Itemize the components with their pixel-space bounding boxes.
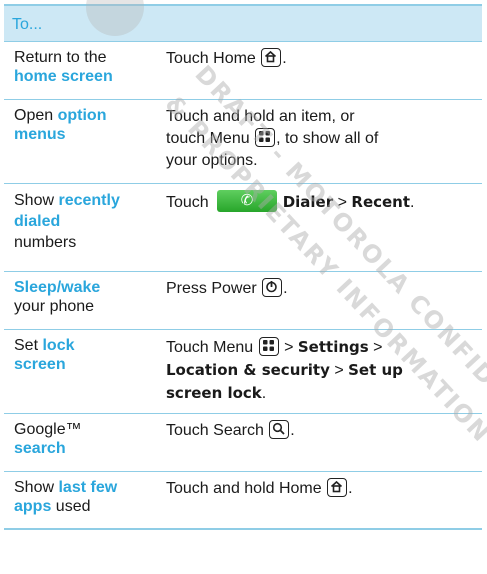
power-key-icon	[262, 278, 283, 297]
topic-highlight: Sleep/wake	[14, 279, 101, 296]
instruction-text: Touch and hold Home	[166, 480, 322, 497]
row-instruction: Touch Search .	[164, 414, 482, 471]
topic-text: used	[55, 498, 91, 515]
topic-highlight: home screen	[14, 68, 113, 85]
table-row: Google™ search Touch Search .	[4, 414, 482, 472]
instruction-text: .	[261, 385, 267, 402]
instruction-text: .	[410, 194, 415, 211]
row-instruction: Touch Home .	[164, 42, 482, 99]
settings-label: Settings	[297, 338, 369, 356]
home-key-icon	[327, 478, 348, 497]
table-row: Set lock screen Touch Menu > Settings > …	[4, 330, 482, 414]
table-header: To...	[4, 4, 482, 42]
table-row: Show recently dialed numbers Touch ✆ Diale…	[4, 184, 482, 272]
instruction-text: Touch and hold an item, or	[166, 108, 355, 125]
row-topic: Open option menus	[4, 100, 164, 183]
instruction-text: Touch	[166, 194, 209, 211]
topic-highlight: dialed	[14, 213, 61, 230]
table-row: Sleep/wake your phone Press Power .	[4, 272, 482, 330]
search-key-icon	[269, 420, 290, 439]
topic-highlight: apps	[14, 498, 52, 515]
topic-highlight: last few	[58, 479, 118, 496]
actions-table: To... Return to the home screen Touch Ho…	[4, 4, 482, 530]
row-topic: Sleep/wake your phone	[4, 272, 164, 329]
topic-text: Show	[14, 479, 55, 496]
separator: >	[334, 362, 344, 379]
table-row: Show last few apps used Touch and hold H…	[4, 472, 482, 530]
separator: >	[284, 339, 294, 356]
instruction-text: .	[282, 50, 287, 67]
phone-dialer-icon: ✆	[216, 190, 277, 212]
header-label: To...	[12, 16, 43, 33]
recent-label: Recent	[351, 193, 411, 211]
instruction-text: your options.	[166, 152, 258, 169]
topic-highlight: lock	[42, 337, 75, 354]
instruction-text: Press Power	[166, 280, 257, 297]
topic-text: Set	[14, 337, 39, 354]
topic-text: Show	[14, 192, 55, 209]
row-topic: Set lock screen	[4, 330, 164, 413]
separator: >	[373, 339, 383, 356]
row-instruction: Touch Menu > Settings > Location & secur…	[164, 330, 482, 413]
set-up-label: Set up	[348, 361, 403, 379]
menu-key-icon	[258, 337, 279, 356]
topic-text: Google™	[14, 421, 82, 438]
instruction-text: .	[283, 280, 288, 297]
row-topic: Return to the home screen	[4, 42, 164, 99]
topic-text: numbers	[14, 234, 77, 251]
row-instruction: Touch and hold an item, or touch Menu , …	[164, 100, 482, 183]
menu-key-icon	[255, 128, 276, 147]
row-topic: Show last few apps used	[4, 472, 164, 528]
row-instruction: Touch ✆ Dialer > Recent.	[164, 184, 482, 271]
row-instruction: Touch and hold Home .	[164, 472, 482, 528]
instruction-text: touch Menu	[166, 130, 250, 147]
row-instruction: Press Power .	[164, 272, 482, 329]
topic-highlight: screen	[14, 356, 66, 373]
topic-highlight: option	[57, 107, 107, 124]
topic-highlight: menus	[14, 126, 66, 143]
table-row: Return to the home screen Touch Home .	[4, 42, 482, 100]
topic-highlight: recently	[58, 192, 120, 209]
table-row: Open option menus Touch and hold an item…	[4, 100, 482, 184]
dialer-label: Dialer	[282, 193, 334, 211]
row-topic: Show recently dialed numbers	[4, 184, 164, 271]
home-key-icon	[261, 48, 282, 67]
screen-lock-label: screen lock	[166, 384, 262, 402]
instruction-text: .	[290, 422, 295, 439]
topic-text: Return to the	[14, 49, 107, 66]
instruction-text: Touch Home	[166, 50, 256, 67]
instruction-text: Touch Menu	[166, 339, 254, 356]
topic-text: Open	[14, 107, 54, 124]
topic-highlight: search	[14, 440, 66, 457]
row-topic: Google™ search	[4, 414, 164, 471]
location-security-label: Location & security	[166, 361, 330, 379]
topic-text: your phone	[14, 298, 95, 315]
instruction-text: .	[348, 480, 353, 497]
separator: >	[337, 194, 347, 211]
instruction-text: , to show all of	[276, 130, 379, 147]
instruction-text: Touch Search	[166, 422, 264, 439]
